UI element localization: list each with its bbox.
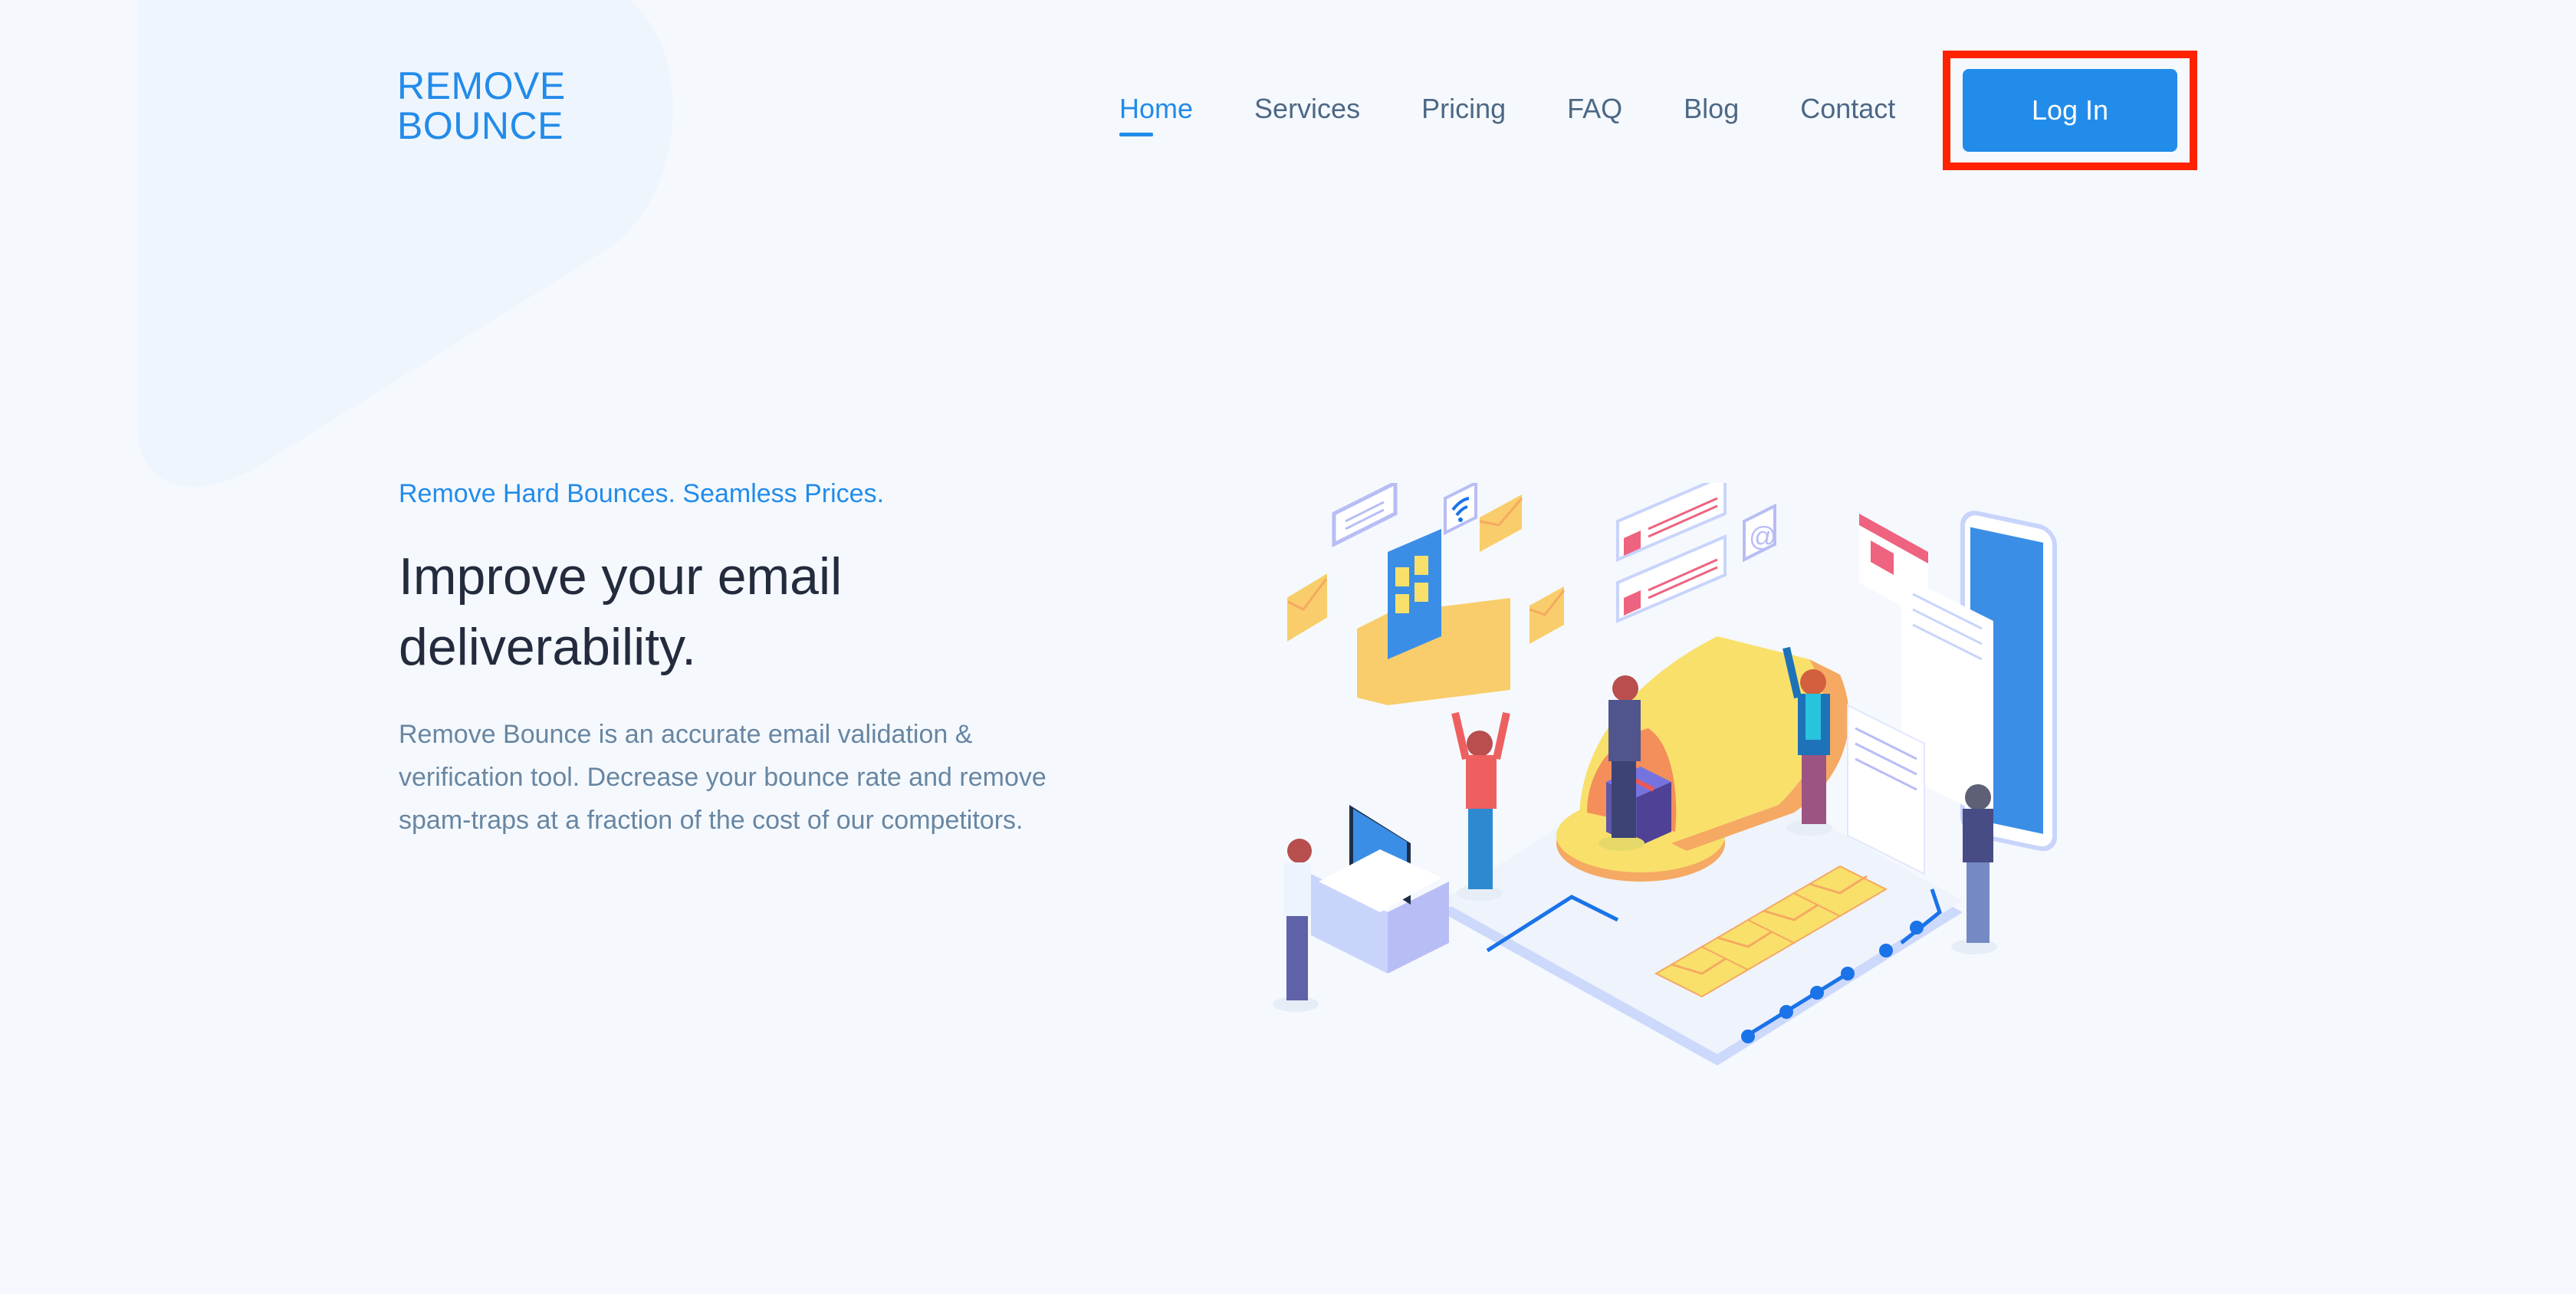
open-envelope xyxy=(1357,529,1510,705)
laptop-icon xyxy=(1311,805,1449,974)
nav-item-home[interactable]: Home xyxy=(1119,86,1193,136)
brand-logo[interactable]: REMOVE BOUNCE xyxy=(397,66,566,146)
hero-section: Remove Hard Bounces. Seamless Prices. Im… xyxy=(399,475,1119,842)
hero-tagline: Remove Hard Bounces. Seamless Prices. xyxy=(399,479,885,508)
svg-text:@: @ xyxy=(1749,521,1777,552)
nav-item-contact[interactable]: Contact xyxy=(1800,86,1895,132)
background-shape xyxy=(138,0,673,487)
brand-logo-line1: REMOVE xyxy=(397,64,566,107)
nav-item-pricing[interactable]: Pricing xyxy=(1421,86,1506,132)
hero-headline-line1: Improve your email xyxy=(399,547,843,606)
hero-illustration: @ xyxy=(1273,483,2057,1066)
at-sign-icon: @ xyxy=(1743,503,1777,563)
envelope-icon xyxy=(1287,573,1328,642)
chat-bubble-icon xyxy=(1332,483,1398,548)
hero-description: Remove Bounce is an accurate email valid… xyxy=(399,720,1046,835)
nav-item-blog[interactable]: Blog xyxy=(1684,86,1739,132)
wifi-icon xyxy=(1444,483,1477,536)
nav-item-services[interactable]: Services xyxy=(1254,86,1360,132)
brand-logo-line2: BOUNCE xyxy=(397,104,564,147)
envelope-icon xyxy=(1529,586,1566,644)
main-navigation: Home Services Pricing FAQ Blog Contact xyxy=(1119,86,1895,136)
hero-headline-line2: deliverability. xyxy=(399,618,697,676)
login-button[interactable]: Log In xyxy=(1963,69,2177,152)
person xyxy=(1951,784,1997,954)
envelope-icon xyxy=(1479,494,1523,552)
nav-item-faq[interactable]: FAQ xyxy=(1567,86,1622,132)
hero-headline: Improve your email deliverability. xyxy=(399,541,1119,682)
